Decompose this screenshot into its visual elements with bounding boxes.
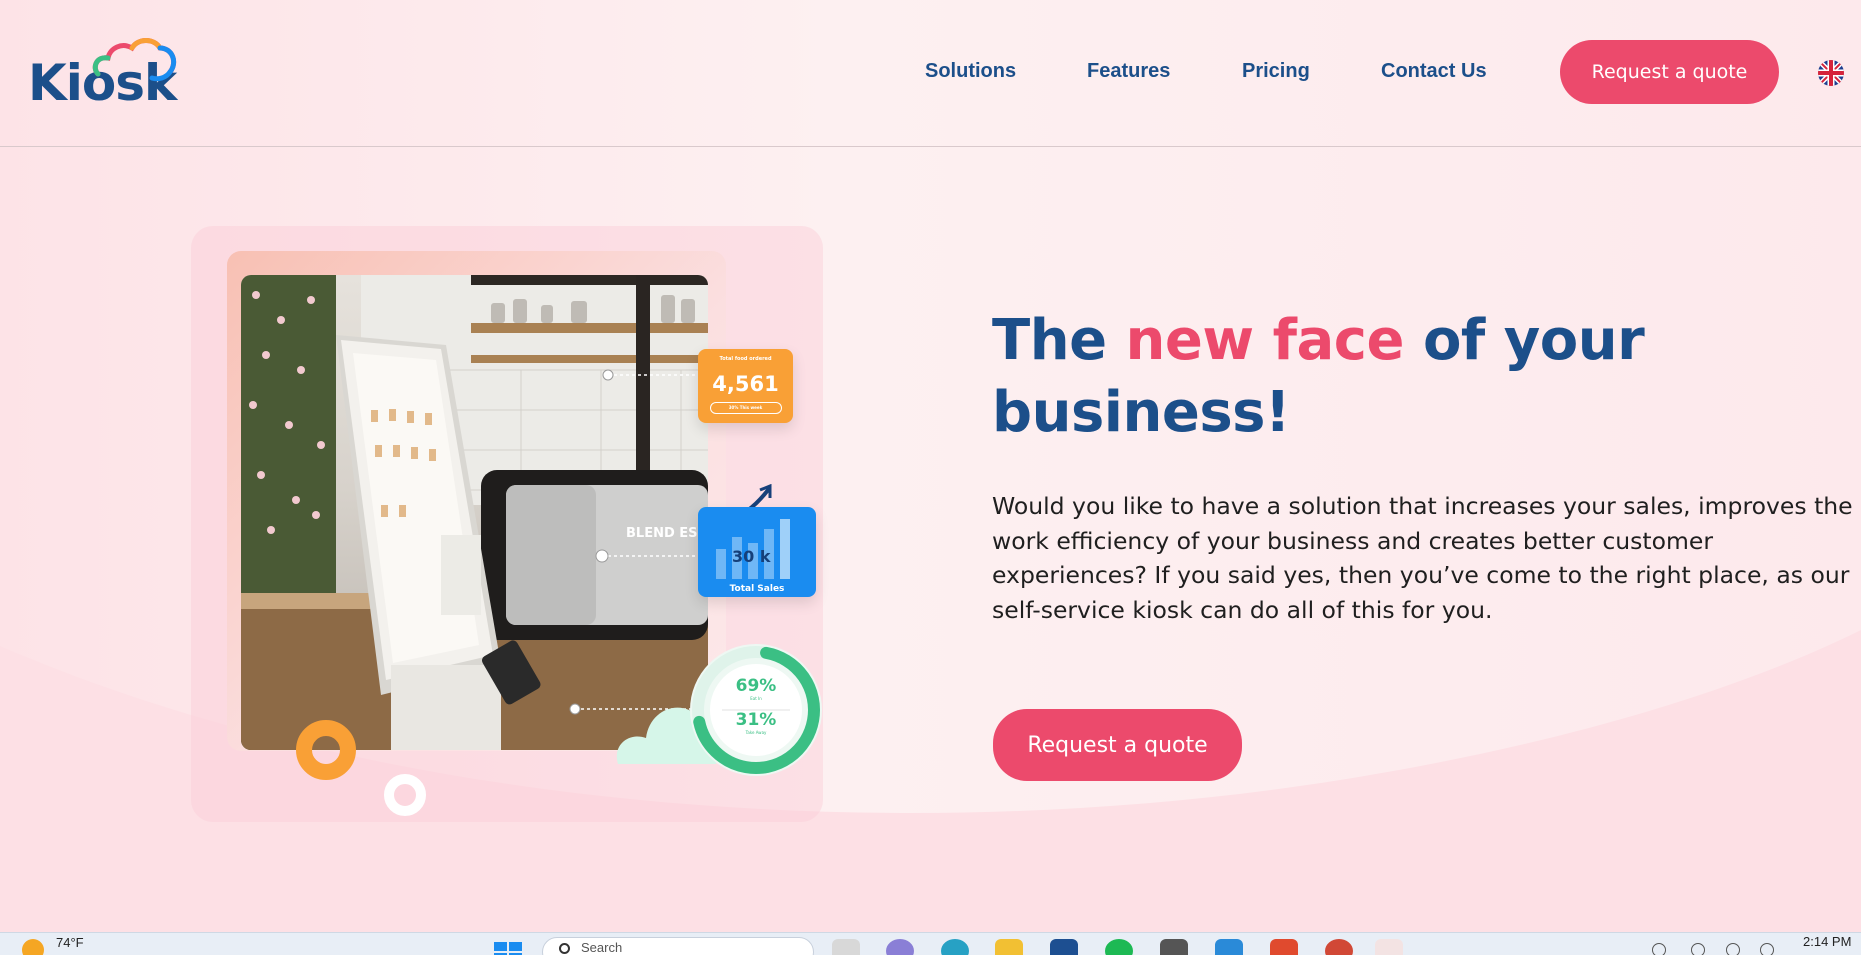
taskbar-app-icon-3[interactable] (1160, 939, 1188, 955)
orange-ring-decoration (296, 720, 356, 780)
kiosk-logo[interactable]: Kiosk (28, 36, 178, 112)
hero-request-quote-button[interactable]: Request a quote (993, 709, 1242, 781)
nav-solutions[interactable]: Solutions (925, 60, 1016, 83)
site-header: Kiosk Solutions Features Pricing Contact… (0, 0, 1861, 147)
take-away-percentage: 31% Take Away (735, 710, 777, 735)
hero-title: The new face of your business! (992, 308, 1645, 445)
header-request-quote-button[interactable]: Request a quote (1560, 40, 1779, 104)
tray-user-icon[interactable] (1652, 943, 1666, 955)
nav-features[interactable]: Features (1087, 60, 1170, 83)
windows-taskbar: 74°F Search 2:14 PM (0, 932, 1861, 955)
hero-description: Would you like to have a solution that i… (992, 492, 1853, 624)
taskbar-folder-icon[interactable] (995, 939, 1023, 955)
taskbar-vscode-icon[interactable] (1215, 939, 1243, 955)
total-food-sub: 30% This week (709, 402, 782, 414)
nav-contact-us[interactable]: Contact Us (1381, 60, 1487, 83)
uk-flag-icon[interactable] (1818, 60, 1844, 86)
weather-sun-icon[interactable] (22, 939, 44, 955)
cloud-logo-icon (92, 38, 177, 82)
hero-title-accent: new face (1125, 308, 1405, 373)
windows-start-icon[interactable] (494, 938, 524, 955)
eat-in-percentage: 69% Eat In (735, 676, 777, 701)
nav-pricing[interactable]: Pricing (1242, 60, 1310, 83)
taskbar-chrome-profile-icon[interactable] (1325, 939, 1353, 955)
tray-volume-icon[interactable] (1726, 943, 1740, 955)
taskbar-app-icon[interactable] (886, 939, 914, 955)
total-food-card: Total food ordered 4,561 30% This week (698, 349, 793, 423)
total-food-label: Total food ordered (719, 356, 772, 362)
tray-wifi-icon[interactable] (1691, 943, 1705, 955)
search-icon (559, 943, 570, 954)
weather-temperature[interactable]: 74°F (56, 935, 84, 950)
page: Kiosk Solutions Features Pricing Contact… (0, 0, 1861, 932)
taskbar-app-icon-2[interactable] (1050, 939, 1078, 955)
taskbar-search-placeholder: Search (581, 940, 623, 955)
total-food-value: 4,561 (712, 372, 779, 396)
taskbar-clock[interactable]: 2:14 PM (1803, 934, 1851, 949)
taskbar-active-app-icon[interactable] (1375, 939, 1403, 955)
taskbar-spotify-icon[interactable] (1105, 939, 1133, 955)
total-sales-card: 30 k Total Sales (698, 507, 816, 597)
taskbar-file-explorer-icon[interactable] (832, 939, 860, 955)
tray-battery-icon[interactable] (1760, 943, 1774, 955)
taskbar-search-box[interactable]: Search (542, 937, 814, 955)
white-ring-decoration (384, 774, 426, 816)
total-sales-label: Total Sales (729, 584, 785, 594)
taskbar-voice-icon[interactable] (1270, 939, 1298, 955)
total-sales-value: 30 k (732, 547, 771, 566)
taskbar-edge-icon[interactable] (941, 939, 969, 955)
